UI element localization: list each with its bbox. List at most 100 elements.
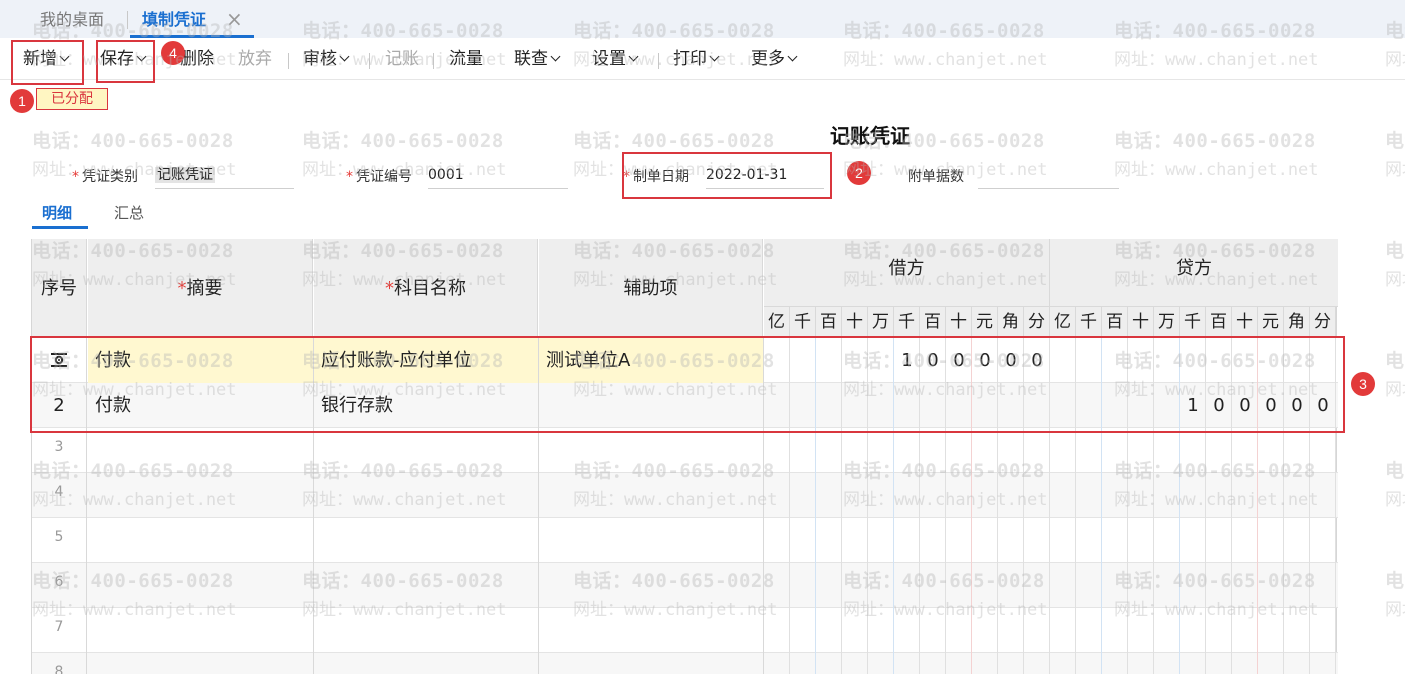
voucher-grid: 序号 *摘要 *科目名称 辅助项 借方 贷方 亿千百十万千百十元角分亿千百十万千… [31,239,1338,674]
account-cell[interactable] [314,608,539,653]
debit-digit-header: 亿 [764,307,790,337]
account-cell[interactable] [314,653,539,674]
aux-cell[interactable] [539,563,764,608]
voucher-number-field[interactable]: 0001 [428,163,568,189]
chevron-down-icon [787,51,798,62]
table-row[interactable]: 8 [32,653,1338,674]
table-row[interactable]: 6 [32,563,1338,608]
watermark-site: 网址：www.chanjet.net [1114,160,1319,180]
debit-digit-header: 千 [790,307,816,337]
aux-cell[interactable] [539,428,764,473]
settings-button-label: 设置 [592,49,626,69]
aux-cell[interactable] [539,608,764,653]
required-mark: * [177,278,187,299]
credit-digit-header: 角 [1284,307,1310,337]
watermark: 电话：400-665-0028 网址：www.chanjet.net [1385,456,1405,514]
watermark: 电话：400-665-0028 网址：www.chanjet.net [1385,126,1405,184]
post-button[interactable]: 记账 [385,38,419,80]
more-button-label: 更多 [751,49,785,69]
summary-cell[interactable] [88,518,314,563]
cash-flow-button[interactable]: 流量 [449,38,483,80]
summary-cell[interactable] [88,608,314,653]
required-mark: * [385,278,394,299]
audit-button[interactable]: 审核 [303,38,350,80]
active-subtab-indicator [32,226,88,229]
tab-detail[interactable]: 明细 [42,202,72,223]
voucher-type-field[interactable]: 记账凭证 [155,163,294,189]
annotation-box [11,40,84,85]
chevron-down-icon [628,51,639,62]
credit-digit-header: 十 [1128,307,1154,337]
row-number: 3 [32,428,87,473]
toolbar: 新增 保存 删除 放弃 审核 记账 流量 联查 设置 打印 更多 [0,38,1405,80]
table-row[interactable]: 3 [32,428,1338,473]
table-row[interactable]: 7 [32,608,1338,653]
watermark-site: 网址：www.chanjet.net [1385,600,1405,620]
credit-digit-header: 千 [1076,307,1102,337]
watermark-phone: 电话：400-665-0028 [1385,350,1405,372]
watermark-phone: 电话：400-665-0028 [302,130,504,152]
watermark-phone: 电话：400-665-0028 [32,130,234,152]
aux-cell[interactable] [539,653,764,674]
account-cell[interactable] [314,518,539,563]
watermark: 电话：400-665-0028 网址：www.chanjet.net [1385,236,1405,294]
table-row[interactable]: 4 [32,473,1338,518]
credit-digit-header: 千 [1180,307,1206,337]
attachments-field[interactable] [978,163,1119,189]
annotation-marker-2: 2 [847,161,871,185]
watermark-phone: 电话：400-665-0028 [1114,130,1316,152]
debit-digit-header: 角 [998,307,1024,337]
voucher-number-label-text: 凭证编号 [356,169,412,185]
debit-digit-header: 百 [920,307,946,337]
close-icon[interactable]: × [226,9,243,29]
print-button[interactable]: 打印 [673,38,720,80]
chevron-down-icon [339,51,350,62]
tab-summary[interactable]: 汇总 [114,202,144,223]
credit-digit-header: 分 [1310,307,1336,337]
annotation-box [96,40,155,83]
debit-digit-header: 分 [1024,307,1050,337]
watermark: 电话：400-665-0028 网址：www.chanjet.net [1385,346,1405,404]
tab-divider [127,11,128,29]
account-cell[interactable] [314,563,539,608]
watermark-phone: 电话：400-665-0028 [1385,460,1405,482]
watermark-phone: 电话：400-665-0028 [1385,570,1405,592]
linked-query-button-label: 联查 [514,49,548,69]
annotation-box [622,152,832,199]
summary-cell[interactable] [88,428,314,473]
credit-digit-header: 百 [1206,307,1232,337]
summary-cell[interactable] [88,563,314,608]
aux-cell[interactable] [539,473,764,518]
account-cell[interactable] [314,473,539,518]
watermark-site: 网址：www.chanjet.net [1385,270,1405,290]
settings-button[interactable]: 设置 [592,38,639,80]
watermark-site: 网址：www.chanjet.net [1385,490,1405,510]
header-aux: 辅助项 [539,239,763,338]
header-account: *科目名称 [314,239,538,338]
watermark-phone: 电话：400-665-0028 [1385,130,1405,152]
debit-digit-header: 千 [894,307,920,337]
print-button-label: 打印 [673,49,707,69]
linked-query-button[interactable]: 联查 [514,38,561,80]
tab-my-desktop[interactable]: 我的桌面 [40,0,104,38]
debit-digit-header: 万 [868,307,894,337]
summary-cell[interactable] [88,653,314,674]
account-cell[interactable] [314,428,539,473]
summary-cell[interactable] [88,473,314,518]
voucher-type-value: 记账凭证 [155,167,215,183]
row-number: 6 [32,563,87,608]
debit-digit-header: 十 [946,307,972,337]
row-number: 4 [32,473,87,518]
tab-fill-voucher[interactable]: 填制凭证 [142,0,206,38]
discard-button[interactable]: 放弃 [238,38,272,80]
more-button[interactable]: 更多 [751,38,798,80]
header-credit: 贷方 [1050,239,1338,307]
delete-button[interactable]: 删除 [180,38,214,80]
aux-cell[interactable] [539,518,764,563]
debit-digit-header: 十 [842,307,868,337]
header-account-text: 科目名称 [394,278,466,299]
row-number: 5 [32,518,87,563]
page-title: 记账凭证 [830,124,910,148]
header-seq: 序号 [32,239,87,338]
table-row[interactable]: 5 [32,518,1338,563]
